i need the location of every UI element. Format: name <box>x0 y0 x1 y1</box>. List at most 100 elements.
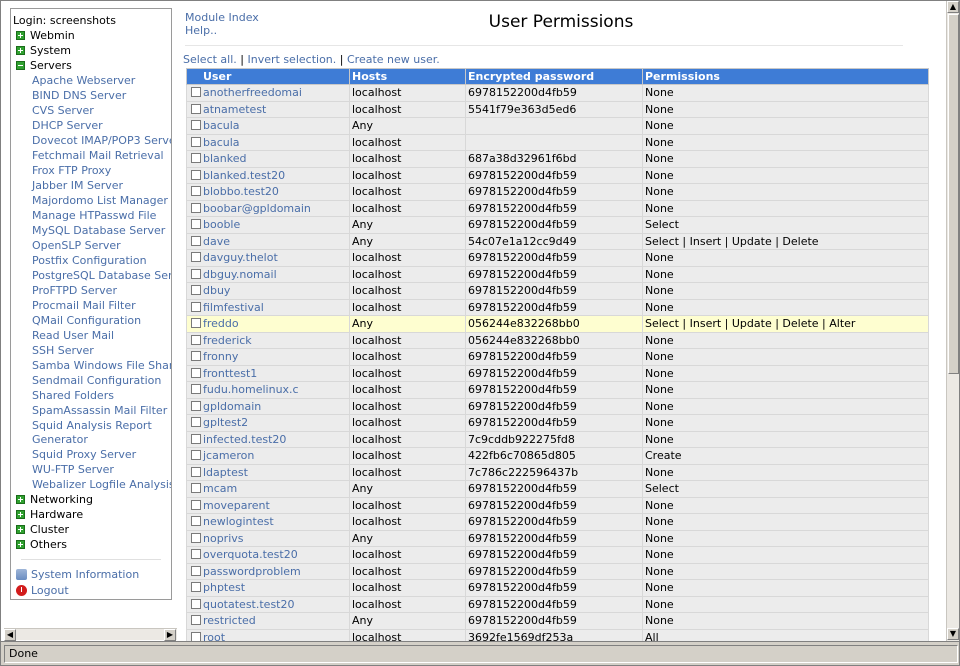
server-link[interactable]: SpamAssassin Mail Filter <box>32 404 167 417</box>
column-header-hosts[interactable]: Hosts <box>349 68 466 85</box>
select-all-link[interactable]: Select all. <box>183 53 237 66</box>
row-checkbox[interactable] <box>191 252 201 263</box>
server-link[interactable]: MySQL Database Server <box>32 224 165 237</box>
row-checkbox[interactable] <box>191 235 201 246</box>
server-link[interactable]: ProFTPD Server <box>32 284 117 297</box>
row-checkbox[interactable] <box>191 318 201 329</box>
help-link[interactable]: Help.. <box>185 24 217 37</box>
server-link[interactable]: Fetchmail Mail Retrieval <box>32 149 164 162</box>
row-checkbox[interactable] <box>191 136 201 147</box>
system-information-link[interactable]: System Information <box>16 568 139 581</box>
server-link[interactable]: Postfix Configuration <box>32 254 147 267</box>
user-link[interactable]: restricted <box>203 614 256 627</box>
row-checkbox[interactable] <box>191 417 201 428</box>
server-link[interactable]: Shared Folders <box>32 389 114 402</box>
category-hardware[interactable]: Hardware <box>16 508 83 523</box>
category-webmin[interactable]: Webmin <box>16 29 75 44</box>
user-link[interactable]: anotherfreedomai <box>203 86 302 99</box>
row-checkbox[interactable] <box>191 103 201 114</box>
user-link[interactable]: root <box>203 631 225 641</box>
row-checkbox[interactable] <box>191 532 201 543</box>
server-link[interactable]: Squid Analysis Report <box>32 419 152 432</box>
server-link[interactable]: Jabber IM Server <box>32 179 123 192</box>
server-link[interactable]: Frox FTP Proxy <box>32 164 111 177</box>
user-link[interactable]: bacula <box>203 136 240 149</box>
server-link[interactable]: Majordomo List Manager <box>32 194 168 207</box>
server-link[interactable]: WU-FTP Server <box>32 463 114 476</box>
server-link[interactable]: Procmail Mail Filter <box>32 299 136 312</box>
column-header-user[interactable]: User <box>186 68 350 85</box>
row-checkbox[interactable] <box>191 499 201 510</box>
user-link[interactable]: dave <box>203 235 230 248</box>
user-link[interactable]: atnametest <box>203 103 266 116</box>
vertical-scrollbar[interactable]: ▲ ▼ <box>946 1 959 641</box>
user-link[interactable]: fudu.homelinux.c <box>203 383 299 396</box>
category-networking[interactable]: Networking <box>16 493 93 508</box>
user-link[interactable]: davguy.thelot <box>203 251 278 264</box>
row-checkbox[interactable] <box>191 334 201 345</box>
category-system[interactable]: System <box>16 44 71 59</box>
server-link[interactable]: PostgreSQL Database Server <box>32 269 171 282</box>
user-link[interactable]: phptest <box>203 581 245 594</box>
user-link[interactable]: fronny <box>203 350 238 363</box>
row-checkbox[interactable] <box>191 169 201 180</box>
server-link[interactable]: DHCP Server <box>32 119 103 132</box>
row-checkbox[interactable] <box>191 120 201 131</box>
server-link[interactable]: Read User Mail <box>32 329 114 342</box>
server-link[interactable]: Squid Proxy Server <box>32 448 136 461</box>
user-link[interactable]: jcameron <box>203 449 254 462</box>
row-checkbox[interactable] <box>191 351 201 362</box>
category-others[interactable]: Others <box>16 538 67 553</box>
server-link[interactable]: Manage HTPasswd File <box>32 209 156 222</box>
user-link[interactable]: infected.test20 <box>203 433 286 446</box>
scroll-right-button[interactable]: ▶ <box>164 629 176 641</box>
server-link[interactable]: QMail Configuration <box>32 314 141 327</box>
logout-link[interactable]: Logout <box>16 584 69 597</box>
user-link[interactable]: bacula <box>203 119 240 132</box>
row-checkbox[interactable] <box>191 565 201 576</box>
scroll-down-button[interactable]: ▼ <box>947 628 959 640</box>
create-new-user-link[interactable]: Create new user. <box>347 53 440 66</box>
row-checkbox[interactable] <box>191 384 201 395</box>
server-link[interactable]: OpenSLP Server <box>32 239 121 252</box>
user-link[interactable]: overquota.test20 <box>203 548 298 561</box>
row-checkbox[interactable] <box>191 483 201 494</box>
row-checkbox[interactable] <box>191 301 201 312</box>
user-link[interactable]: newlogintest <box>203 515 274 528</box>
row-checkbox[interactable] <box>191 87 201 98</box>
user-link[interactable]: passwordproblem <box>203 565 301 578</box>
category-servers[interactable]: Servers <box>16 59 72 74</box>
user-link[interactable]: gpldomain <box>203 400 261 413</box>
user-link[interactable]: freddo <box>203 317 239 330</box>
server-link[interactable]: Webalizer Logfile Analysis <box>32 478 171 491</box>
user-link[interactable]: boobar@gpldomain <box>203 202 311 215</box>
user-link[interactable]: fronttest1 <box>203 367 257 380</box>
invert-selection-link[interactable]: Invert selection. <box>248 53 337 66</box>
row-checkbox[interactable] <box>191 186 201 197</box>
category-cluster[interactable]: Cluster <box>16 523 69 538</box>
user-link[interactable]: mcam <box>203 482 237 495</box>
row-checkbox[interactable] <box>191 466 201 477</box>
server-link[interactable]: BIND DNS Server <box>32 89 126 102</box>
row-checkbox[interactable] <box>191 615 201 626</box>
row-checkbox[interactable] <box>191 549 201 560</box>
scroll-left-button[interactable]: ◀ <box>4 629 16 641</box>
server-link[interactable]: CVS Server <box>32 104 94 117</box>
server-link[interactable]: Sendmail Configuration <box>32 374 161 387</box>
user-link[interactable]: gpltest2 <box>203 416 248 429</box>
user-link[interactable]: quotatest.test20 <box>203 598 294 611</box>
module-index-link[interactable]: Module Index <box>185 11 259 24</box>
user-link[interactable]: filmfestival <box>203 301 264 314</box>
scroll-thumb[interactable] <box>948 14 959 374</box>
row-checkbox[interactable] <box>191 400 201 411</box>
row-checkbox[interactable] <box>191 367 201 378</box>
server-link[interactable]: Samba Windows File Sharing <box>32 359 171 372</box>
row-checkbox[interactable] <box>191 433 201 444</box>
row-checkbox[interactable] <box>191 219 201 230</box>
row-checkbox[interactable] <box>191 631 201 641</box>
column-header-permissions[interactable]: Permissions <box>642 68 929 85</box>
user-link[interactable]: dbguy.nomail <box>203 268 277 281</box>
row-checkbox[interactable] <box>191 285 201 296</box>
row-checkbox[interactable] <box>191 153 201 164</box>
horizontal-scrollbar[interactable]: ◀ ▶ <box>4 628 177 641</box>
